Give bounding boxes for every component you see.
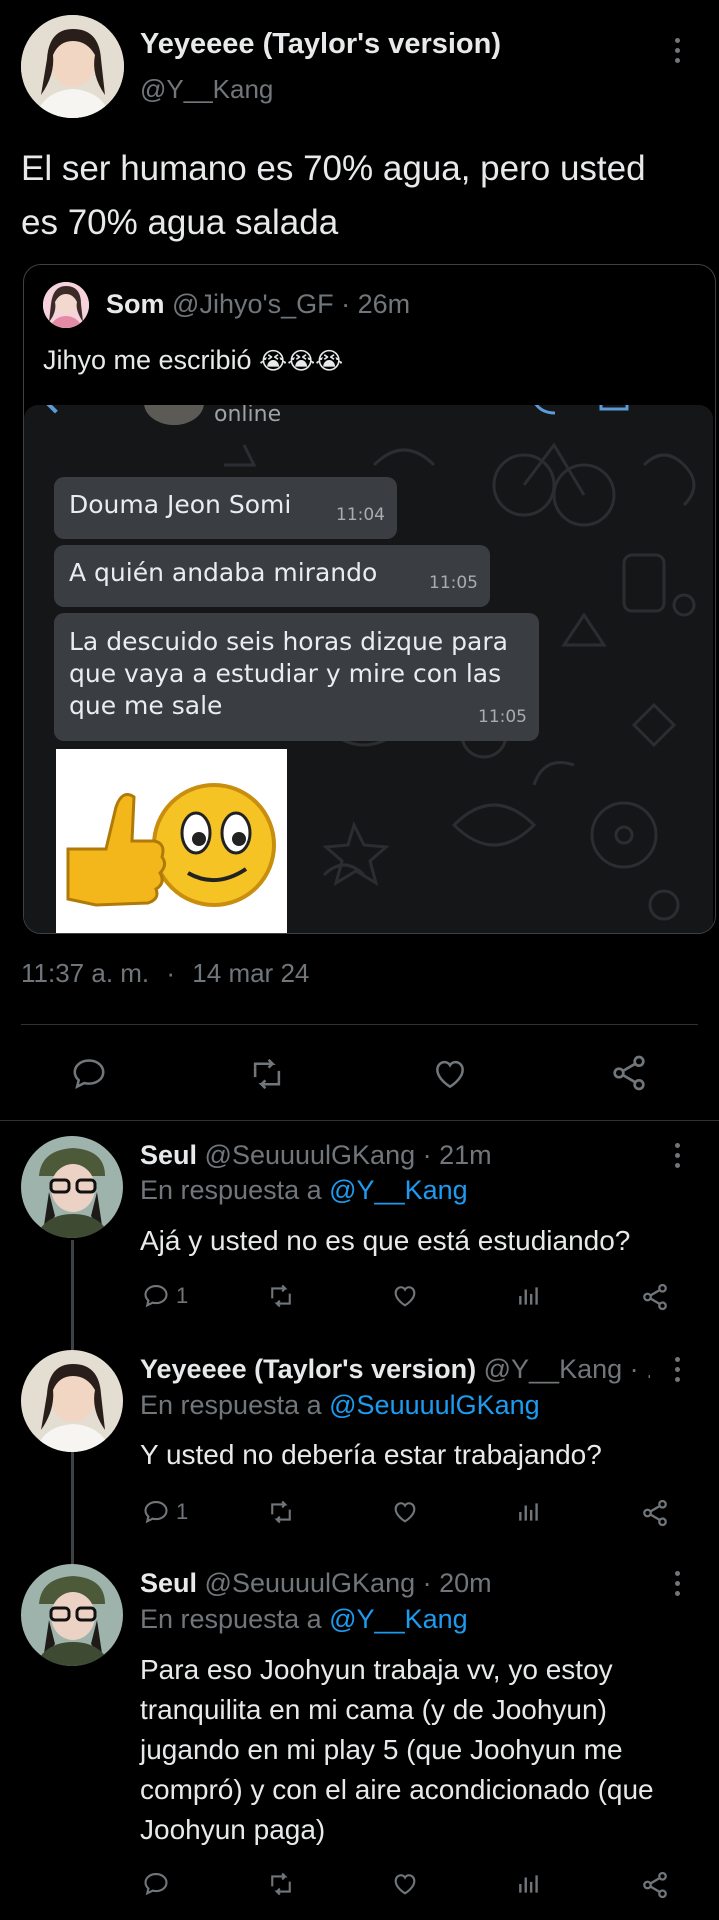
reply-prefix: En respuesta a — [140, 1604, 322, 1634]
retweet-icon[interactable] — [247, 1055, 287, 1093]
message-time: 11:04 — [336, 505, 385, 525]
chat-status: online — [214, 405, 282, 427]
reply-icon[interactable] — [142, 1870, 170, 1898]
reply-time: · ... — [629, 1354, 650, 1384]
quoted-tweet-card[interactable]: Som @Jihyo's_GF · 26m Jihyo me escribió … — [23, 264, 716, 934]
share-icon[interactable] — [640, 1870, 670, 1900]
retweet-icon[interactable] — [266, 1282, 296, 1310]
thumbs-up-emoji-icon — [66, 783, 276, 907]
message-time: 11:05 — [478, 707, 527, 727]
reply-icon[interactable] — [142, 1498, 170, 1526]
message-time: 11:05 — [429, 573, 478, 593]
reply-avatar[interactable] — [21, 1564, 123, 1666]
reply-author-name[interactable]: Seul — [140, 1568, 197, 1598]
reply-action[interactable]: 1 — [142, 1282, 188, 1310]
reply-time: · 21m — [422, 1140, 492, 1170]
reply-text: Y usted no debería estar trabajando? — [140, 1439, 602, 1470]
like-icon[interactable] — [430, 1055, 470, 1093]
tweet-timestamp[interactable]: 11:37 a. m. — [21, 958, 149, 988]
avatar-photo-icon — [21, 15, 124, 118]
reply-mention-link[interactable]: @Y__Kang — [329, 1604, 468, 1634]
share-icon[interactable] — [640, 1498, 670, 1528]
reply-icon[interactable] — [142, 1282, 170, 1310]
reply-text: Ajá y usted no es que está estudiando? — [140, 1225, 631, 1256]
reply-time: · 20m — [422, 1568, 492, 1598]
avatar-photo-icon — [21, 1136, 123, 1238]
more-options-icon[interactable] — [665, 1349, 689, 1389]
quoted-author-handle: @Jihyo's_GF — [172, 289, 334, 319]
message-text: La descuido seis horas dizque para que v… — [69, 627, 508, 720]
reply-action[interactable]: 1 — [142, 1498, 188, 1526]
avatar-photo-icon — [21, 1350, 123, 1452]
reply-author-handle[interactable]: @Y__Kang — [484, 1354, 623, 1384]
author-handle[interactable]: @Y__Kang — [140, 74, 273, 105]
analytics-icon[interactable] — [516, 1498, 542, 1526]
reply-action[interactable] — [142, 1870, 176, 1898]
quoted-tweet-text: Jihyo me escribió — [43, 345, 252, 375]
avatar-photo-icon — [43, 282, 89, 328]
reply-prefix: En respuesta a — [140, 1390, 322, 1420]
more-options-icon[interactable] — [665, 1563, 689, 1603]
reply-mention-link[interactable]: @SeuuuulGKang — [329, 1390, 540, 1420]
author-avatar[interactable] — [21, 15, 124, 118]
chat-message: Douma Jeon Somi 11:04 — [54, 477, 397, 539]
more-options-icon[interactable] — [665, 1135, 689, 1175]
tweet-text: El ser humano es 70% agua, pero usted es… — [21, 149, 646, 242]
message-text: Douma Jeon Somi — [69, 490, 292, 519]
reply-text: Para eso Joohyun trabaja vv, yo estoy tr… — [140, 1654, 654, 1845]
analytics-icon[interactable] — [516, 1282, 542, 1310]
divider — [21, 1024, 698, 1025]
like-icon[interactable] — [390, 1498, 420, 1526]
video-call-icon[interactable] — [599, 405, 639, 417]
reply-count: 1 — [176, 1499, 189, 1524]
reply-prefix: En respuesta a — [140, 1175, 322, 1205]
thread-line — [71, 1452, 74, 1564]
chat-message: La descuido seis horas dizque para que v… — [54, 613, 539, 741]
reply-author-name[interactable]: Seul — [140, 1140, 197, 1170]
more-options-icon[interactable] — [665, 30, 689, 70]
thumbs-up-sticker — [56, 749, 287, 933]
reply-avatar[interactable] — [21, 1136, 123, 1238]
quoted-time: · 26m — [341, 289, 411, 319]
reply-icon[interactable] — [70, 1055, 108, 1093]
chat-message: A quién andaba mirando 11:05 — [54, 545, 490, 607]
divider — [0, 1120, 719, 1121]
author-name[interactable]: Yeyeeee (Taylor's version) — [140, 28, 501, 61]
timestamp-separator: · — [166, 958, 176, 988]
share-icon[interactable] — [609, 1053, 649, 1093]
retweet-icon[interactable] — [266, 1498, 296, 1526]
tweet-date[interactable]: 14 mar 24 — [192, 958, 309, 988]
thread-line — [71, 1240, 74, 1350]
reply-count: 1 — [176, 1283, 189, 1308]
share-icon[interactable] — [640, 1282, 670, 1312]
like-icon[interactable] — [390, 1870, 420, 1898]
analytics-icon[interactable] — [516, 1870, 542, 1898]
avatar-photo-icon — [21, 1564, 123, 1666]
crying-emoji: 😭😭😭 — [259, 348, 344, 375]
reply-author-handle[interactable]: @SeuuuulGKang — [205, 1568, 416, 1598]
message-text: A quién andaba mirando — [69, 558, 378, 587]
reply-author-handle[interactable]: @SeuuuulGKang — [205, 1140, 416, 1170]
retweet-icon[interactable] — [266, 1870, 296, 1898]
quoted-author-name: Som — [106, 289, 165, 319]
reply-mention-link[interactable]: @Y__Kang — [329, 1175, 468, 1205]
reply-avatar[interactable] — [21, 1350, 123, 1452]
like-icon[interactable] — [390, 1282, 420, 1310]
reply-author-name[interactable]: Yeyeeee (Taylor's version) — [140, 1354, 476, 1384]
call-icon[interactable] — [529, 405, 559, 417]
chat-screenshot[interactable]: online Douma Jeon Somi 11:04 A quién and… — [24, 405, 713, 933]
quoted-author-avatar — [43, 282, 89, 328]
